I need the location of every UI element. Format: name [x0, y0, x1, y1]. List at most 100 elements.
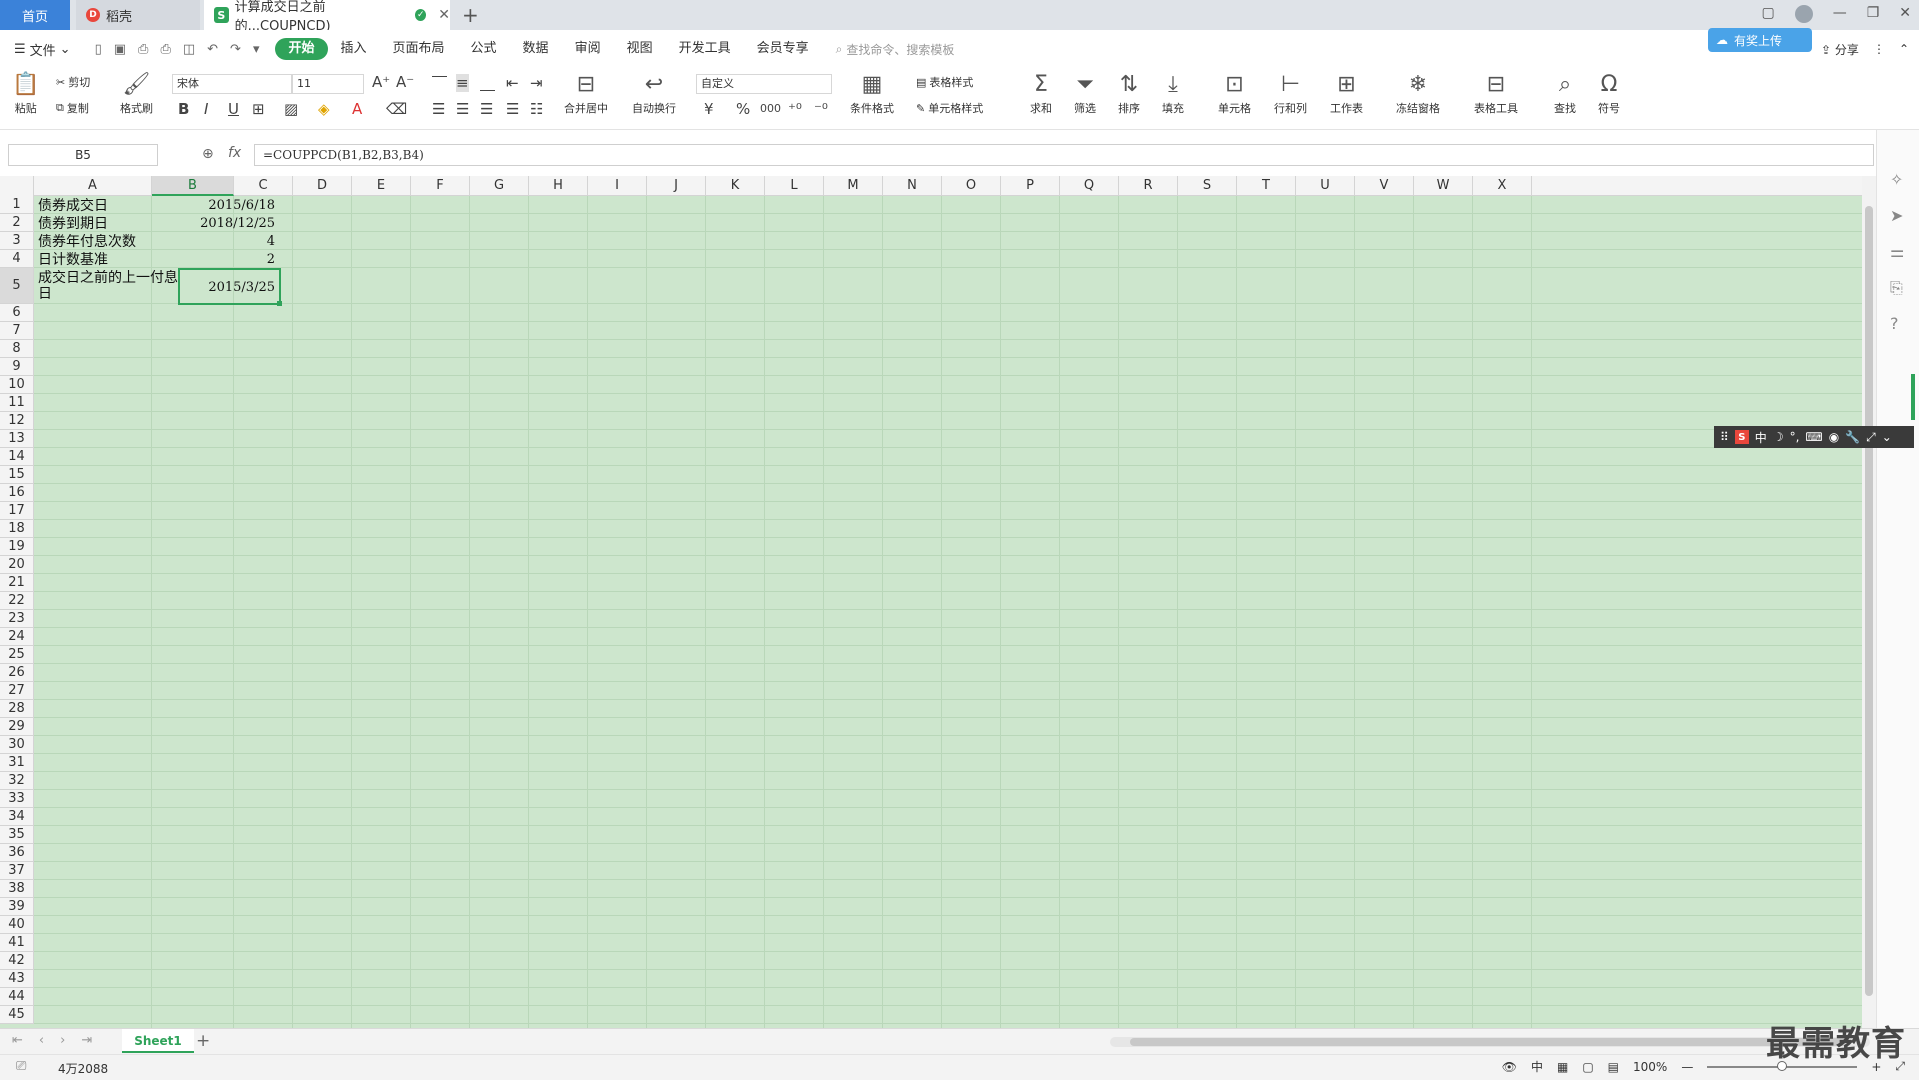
row-header-27[interactable]: 27 — [0, 682, 34, 700]
currency-icon[interactable]: ¥ — [704, 100, 714, 118]
fill-handle[interactable] — [277, 301, 282, 306]
symbol-button[interactable]: Ω 符号 — [1598, 70, 1620, 116]
close-window-icon[interactable]: ✕ — [1899, 5, 1911, 23]
cell-B1[interactable]: 2015/6/18 — [178, 198, 278, 214]
row-header-19[interactable]: 19 — [0, 538, 34, 556]
wrap-text-button[interactable]: ↩ 自动换行 — [632, 70, 676, 116]
cell-A3[interactable]: 债券年付息次数 — [36, 234, 178, 250]
row-header-32[interactable]: 32 — [0, 772, 34, 790]
settings-sliders-icon[interactable]: ⚌ — [1890, 242, 1904, 261]
command-search[interactable]: ⌕ 查找命令、搜索模板 — [836, 41, 955, 58]
cell-B3[interactable]: 4 — [178, 234, 278, 250]
column-header-A[interactable]: A — [34, 176, 152, 196]
menu-tab-review[interactable]: 审阅 — [562, 38, 614, 60]
font-name-select[interactable]: 宋体 — [172, 74, 292, 94]
font-color-icon[interactable]: A — [352, 100, 362, 118]
ime-keyboard-icon[interactable]: ⌨ — [1805, 430, 1822, 444]
ime-settings-icon[interactable]: 🔧 — [1845, 430, 1860, 444]
align-middle-icon[interactable]: ≡ — [456, 74, 469, 92]
thousands-icon[interactable]: 000 — [760, 102, 781, 115]
save-icon[interactable]: ▣ — [114, 42, 126, 57]
print-icon[interactable]: ⎙ — [160, 42, 170, 57]
row-header-9[interactable]: 9 — [0, 358, 34, 376]
tab-layout-icon[interactable]: ▢ — [1761, 5, 1774, 23]
redo-icon[interactable]: ↷ — [230, 42, 241, 57]
distributed-icon[interactable]: ☷ — [530, 100, 543, 118]
column-header-E[interactable]: E — [352, 176, 411, 196]
file-menu[interactable]: ☰ 文件 ⌄ — [14, 40, 71, 59]
column-header-M[interactable]: M — [824, 176, 883, 196]
print-preview-icon[interactable]: ⎙ — [138, 42, 148, 57]
add-sheet-button[interactable]: + — [196, 1031, 210, 1051]
find-button[interactable]: ⌕ 查找 — [1554, 70, 1576, 116]
input-mode[interactable]: 中 — [1531, 1058, 1543, 1075]
new-tab-button[interactable]: + — [462, 3, 479, 27]
column-header-H[interactable]: H — [529, 176, 588, 196]
row-header-1[interactable]: 1 — [0, 196, 34, 214]
vertical-scroll-thumb[interactable] — [1865, 206, 1873, 996]
column-header-W[interactable]: W — [1414, 176, 1473, 196]
zoom-level[interactable]: 100% — [1633, 1060, 1667, 1074]
border-icon[interactable]: ⊞ — [252, 100, 265, 118]
row-header-42[interactable]: 42 — [0, 952, 34, 970]
indent-decrease-icon[interactable]: ⇤ — [506, 74, 519, 92]
column-header-U[interactable]: U — [1296, 176, 1355, 196]
row-header-22[interactable]: 22 — [0, 592, 34, 610]
row-header-18[interactable]: 18 — [0, 520, 34, 538]
freeze-panes-button[interactable]: ❄ 冻结窗格 — [1396, 70, 1440, 116]
horizontal-scrollbar[interactable] — [1110, 1037, 1870, 1047]
side-panel-handle[interactable] — [1911, 374, 1915, 420]
column-header-K[interactable]: K — [706, 176, 765, 196]
decrease-decimal-icon[interactable]: ⁻⁰ — [814, 100, 828, 118]
menu-tab-developer[interactable]: 开发工具 — [666, 38, 744, 60]
row-header-34[interactable]: 34 — [0, 808, 34, 826]
conditional-format-button[interactable]: ▦ 条件格式 — [850, 70, 894, 116]
ime-more-icon[interactable]: ⌄ — [1882, 430, 1892, 444]
row-header-2[interactable]: 2 — [0, 214, 34, 232]
preview-icon[interactable]: ◫ — [183, 42, 195, 57]
first-sheet-icon[interactable]: ⇤ — [12, 1033, 23, 1048]
row-header-17[interactable]: 17 — [0, 502, 34, 520]
align-right-icon[interactable]: ☰ — [480, 100, 493, 118]
row-header-44[interactable]: 44 — [0, 988, 34, 1006]
column-header-F[interactable]: F — [411, 176, 470, 196]
last-sheet-icon[interactable]: ⇥ — [81, 1033, 92, 1048]
font-grow-icon[interactable]: A⁺ — [372, 73, 390, 91]
column-header-V[interactable]: V — [1355, 176, 1414, 196]
row-header-14[interactable]: 14 — [0, 448, 34, 466]
column-header-Q[interactable]: Q — [1060, 176, 1119, 196]
collapse-ribbon-icon[interactable]: ⌃ — [1899, 42, 1909, 56]
zoom-out-icon[interactable]: — — [1681, 1060, 1693, 1074]
align-bottom-icon[interactable]: ⎽ — [480, 74, 495, 92]
minimize-icon[interactable]: — — [1833, 5, 1847, 23]
column-header-C[interactable]: C — [234, 176, 293, 196]
cell-A5[interactable]: 成交日之前的上一付息日 — [36, 270, 178, 304]
eye-protect-icon[interactable]: 👁 — [1502, 1060, 1517, 1074]
percent-icon[interactable]: % — [736, 100, 750, 118]
italic-icon[interactable]: I — [204, 100, 208, 118]
align-center-icon[interactable]: ☰ — [456, 100, 469, 118]
menu-tab-member[interactable]: 会员专享 — [744, 38, 822, 60]
column-header-S[interactable]: S — [1178, 176, 1237, 196]
horizontal-scroll-thumb[interactable] — [1130, 1038, 1850, 1046]
column-header-J[interactable]: J — [647, 176, 706, 196]
avatar[interactable] — [1794, 5, 1813, 23]
row-header-33[interactable]: 33 — [0, 790, 34, 808]
tab-doke[interactable]: D 稻壳 — [76, 0, 200, 30]
zoom-formula-icon[interactable]: ⊕ — [202, 146, 214, 162]
row-header-5[interactable]: 5 — [0, 268, 34, 304]
menu-tab-data[interactable]: 数据 — [510, 38, 562, 60]
row-header-3[interactable]: 3 — [0, 232, 34, 250]
row-header-40[interactable]: 40 — [0, 916, 34, 934]
column-header-I[interactable]: I — [588, 176, 647, 196]
row-header-16[interactable]: 16 — [0, 484, 34, 502]
row-header-31[interactable]: 31 — [0, 754, 34, 772]
name-box[interactable]: B5 — [8, 144, 158, 166]
fx-icon[interactable]: fx — [228, 145, 241, 161]
formula-input[interactable]: =COUPPCD(B1,B2,B3,B4) — [254, 144, 1874, 166]
column-header-R[interactable]: R — [1119, 176, 1178, 196]
row-header-28[interactable]: 28 — [0, 700, 34, 718]
backup-icon[interactable]: ⎘ — [1890, 278, 1903, 298]
eraser-icon[interactable]: ⌫ — [386, 100, 407, 118]
merge-center-button[interactable]: ⊟ 合并居中 — [564, 70, 608, 116]
